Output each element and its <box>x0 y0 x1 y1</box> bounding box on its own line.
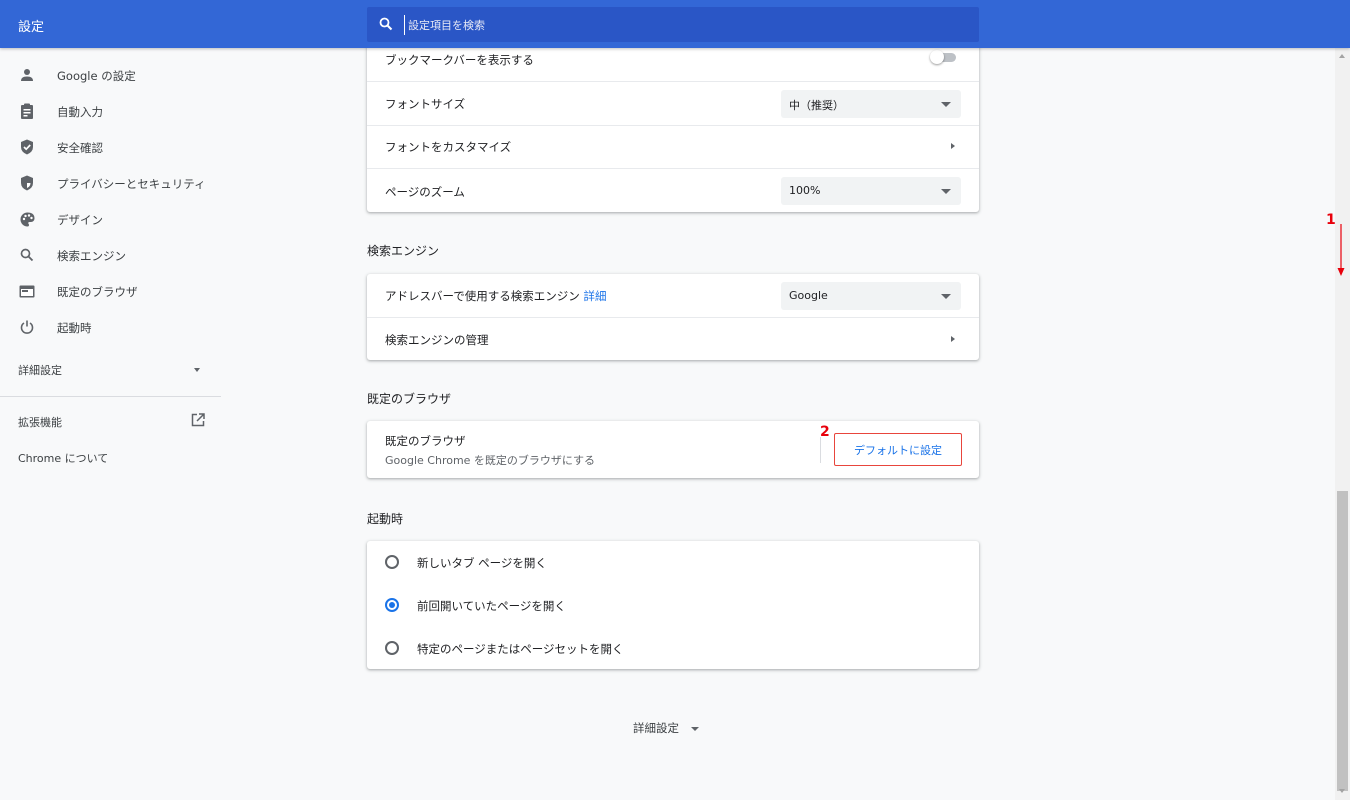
appearance-card: ブックマークバーを表示する フォントサイズ 中（推奨） フォントをカスタマイズ … <box>367 40 979 212</box>
sidebar-extensions-label: 拡張機能 <box>18 416 62 429</box>
page-title: 設定 <box>18 20 45 35</box>
advanced-settings-label: 詳細設定 <box>633 721 679 735</box>
address-bar-engine-text: アドレスバーで使用する検索エンジン 詳細 <box>385 288 606 304</box>
startup-option-label: 前回開いていたページを開く <box>417 599 566 613</box>
startup-option-label: 新しいタブ ページを開く <box>417 556 547 570</box>
sidebar-item-label: プライバシーとセキュリティ <box>57 177 206 191</box>
sidebar-advanced-label: 詳細設定 <box>18 364 62 377</box>
search-box[interactable] <box>367 7 979 42</box>
sidebar-item-label: デザイン <box>57 213 103 227</box>
chevron-right-icon <box>951 143 955 149</box>
privacy-shield-icon <box>18 174 36 192</box>
sidebar-item-label: 安全確認 <box>57 141 103 155</box>
sidebar-item-default-browser[interactable]: 既定のブラウザ <box>0 273 221 309</box>
advanced-settings-button[interactable]: 詳細設定 <box>633 720 699 736</box>
search-engine-section-title: 検索エンジン <box>367 244 440 258</box>
page-zoom-label: ページのズーム <box>385 185 465 199</box>
manage-search-engines-label: 検索エンジンの管理 <box>385 333 489 347</box>
sidebar-item-label: 検索エンジン <box>57 249 126 263</box>
startup-option-row[interactable]: 新しいタブ ページを開く <box>367 541 979 584</box>
startup-option-row[interactable]: 前回開いていたページを開く <box>367 584 979 627</box>
address-bar-engine-row: アドレスバーで使用する検索エンジン 詳細 Google <box>367 274 979 317</box>
search-engine-card: アドレスバーで使用する検索エンジン 詳細 Google 検索エンジンの管理 <box>367 274 979 360</box>
scroll-up-arrow-icon[interactable] <box>1339 54 1345 58</box>
top-bar: 設定 <box>0 0 1350 48</box>
default-browser-section-title: 既定のブラウザ <box>367 392 452 406</box>
clipboard-icon <box>18 102 36 120</box>
sidebar-advanced[interactable]: 詳細設定 <box>18 362 203 378</box>
browser-icon <box>18 282 36 300</box>
customize-fonts-label: フォントをカスタマイズ <box>385 140 512 154</box>
details-link[interactable]: 詳細 <box>583 289 606 303</box>
search-icon <box>18 246 36 264</box>
search-engine-select[interactable]: Google <box>781 282 961 310</box>
sidebar-item-safety-check[interactable]: 安全確認 <box>0 129 221 165</box>
search-input[interactable] <box>404 15 964 35</box>
sidebar-item-appearance[interactable]: デザイン <box>0 201 221 237</box>
sidebar-item-label: 自動入力 <box>57 105 103 119</box>
search-icon <box>379 17 393 34</box>
annotation-down-arrow-icon <box>1337 224 1345 276</box>
sidebar-item-label: 起動時 <box>57 321 92 335</box>
chevron-down-icon <box>691 726 699 731</box>
page-scrollbar[interactable] <box>1335 48 1350 800</box>
font-size-value: 中（推奨） <box>789 99 844 112</box>
default-browser-subtitle: Google Chrome を既定のブラウザにする <box>385 454 596 467</box>
manage-search-engines-row[interactable]: 検索エンジンの管理 <box>367 317 979 360</box>
startup-new-tab-radio[interactable] <box>385 555 399 569</box>
startup-continue-radio[interactable] <box>385 598 399 612</box>
sidebar-item-on-startup[interactable]: 起動時 <box>0 309 221 345</box>
font-size-select[interactable]: 中（推奨） <box>781 90 961 118</box>
address-bar-engine-label: アドレスバーで使用する検索エンジン <box>385 289 580 303</box>
startup-specific-pages-radio[interactable] <box>385 641 399 655</box>
palette-icon <box>18 210 36 228</box>
sidebar-item-google[interactable]: Google の設定 <box>0 57 221 93</box>
sidebar-item-search-engine[interactable]: 検索エンジン <box>0 237 221 273</box>
page-zoom-value: 100% <box>789 184 821 197</box>
person-icon <box>18 66 36 84</box>
sidebar: Google の設定 自動入力 安全確認 プライバシーとセキュリティ デザイン … <box>0 48 221 800</box>
power-icon <box>18 318 36 336</box>
customize-fonts-row[interactable]: フォントをカスタマイズ <box>367 125 979 168</box>
open-external-icon <box>191 413 205 430</box>
default-browser-card: 既定のブラウザ Google Chrome を既定のブラウザにする デフォルトに… <box>367 421 979 478</box>
sidebar-item-label: 既定のブラウザ <box>57 285 138 299</box>
sidebar-extensions[interactable]: 拡張機能 <box>18 413 206 430</box>
scroll-down-arrow-icon[interactable] <box>1339 789 1345 793</box>
dropdown-caret-icon <box>941 294 951 299</box>
scrollbar-thumb[interactable] <box>1337 491 1348 791</box>
on-startup-section-title: 起動時 <box>367 512 404 526</box>
annotation-step-2: 2 <box>820 424 830 440</box>
make-default-button[interactable]: デフォルトに設定 <box>834 433 962 466</box>
chevron-right-icon <box>951 336 955 342</box>
on-startup-card: 新しいタブ ページを開く 前回開いていたページを開く 特定のページまたはページセ… <box>367 541 979 669</box>
vertical-separator <box>820 437 821 463</box>
default-browser-title: 既定のブラウザ <box>385 434 466 448</box>
annotation-step-1: 1 <box>1326 212 1336 228</box>
sidebar-item-autofill[interactable]: 自動入力 <box>0 93 221 129</box>
bookmarks-bar-toggle[interactable] <box>930 50 958 64</box>
search-engine-value: Google <box>789 289 828 302</box>
sidebar-item-privacy[interactable]: プライバシーとセキュリティ <box>0 165 221 201</box>
sidebar-about-chrome[interactable]: Chrome について <box>18 450 108 466</box>
font-size-row: フォントサイズ 中（推奨） <box>367 81 979 125</box>
sidebar-divider <box>0 396 221 397</box>
sidebar-item-label: Google の設定 <box>57 69 136 83</box>
dropdown-caret-icon <box>941 102 951 107</box>
toggle-knob <box>930 50 944 64</box>
page-zoom-row: ページのズーム 100% <box>367 168 979 212</box>
bookmarks-bar-label: ブックマークバーを表示する <box>385 53 534 67</box>
chevron-down-icon <box>194 368 200 372</box>
startup-option-row[interactable]: 特定のページまたはページセットを開く <box>367 627 979 669</box>
dropdown-caret-icon <box>941 189 951 194</box>
font-size-label: フォントサイズ <box>385 97 466 111</box>
startup-option-label: 特定のページまたはページセットを開く <box>417 642 624 656</box>
shield-check-icon <box>18 138 36 156</box>
page-zoom-select[interactable]: 100% <box>781 177 961 205</box>
